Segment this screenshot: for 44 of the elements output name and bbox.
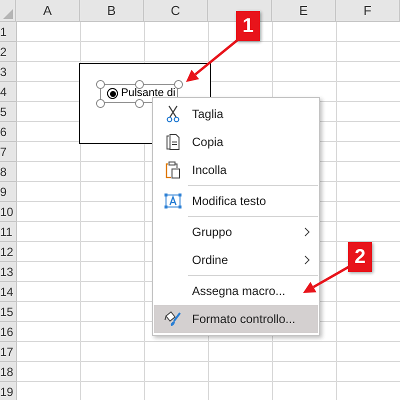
column-header[interactable]: C — [144, 0, 208, 21]
chevron-right-icon — [304, 227, 310, 237]
row-header[interactable]: 18 — [0, 362, 17, 382]
menu-item[interactable]: Formato controllo... — [154, 305, 318, 333]
column-header[interactable]: E — [272, 0, 336, 21]
row-header[interactable]: 2 — [0, 42, 17, 62]
row-header[interactable]: 10 — [0, 202, 17, 222]
row-header[interactable]: 7 — [0, 142, 17, 162]
column-header[interactable]: A — [16, 0, 80, 21]
scissors-icon — [166, 105, 180, 123]
row-header[interactable]: 3 — [0, 62, 17, 82]
option-label: Pulsante di — [121, 86, 176, 102]
row-header[interactable]: 6 — [0, 122, 17, 142]
row-header[interactable]: 8 — [0, 162, 17, 182]
menu-item[interactable]: Copia — [154, 128, 318, 156]
menu-item[interactable]: Taglia — [154, 100, 318, 128]
menu-item[interactable]: Ordine — [154, 246, 318, 274]
row-header[interactable]: 14 — [0, 282, 17, 302]
callout-tooltip: 2 — [348, 242, 372, 272]
radio-button[interactable] — [107, 88, 118, 99]
arrow — [186, 37, 241, 82]
menu-item[interactable]: Gruppo — [154, 218, 318, 246]
row-header[interactable]: 19 — [0, 382, 17, 400]
row-header[interactable]: 1 — [0, 22, 17, 42]
text-box-icon — [164, 193, 182, 209]
callout-tooltip: 1 — [236, 11, 260, 41]
column-header[interactable]: B — [80, 0, 144, 21]
paint-brush-icon — [164, 310, 182, 328]
row-header[interactable]: 9 — [0, 182, 17, 202]
row-header[interactable]: 12 — [0, 242, 17, 262]
row-header[interactable]: 4 — [0, 82, 17, 102]
row-header[interactable]: 11 — [0, 222, 17, 242]
column-header[interactable]: F — [336, 0, 400, 21]
copy-icon — [165, 133, 181, 151]
menu-item[interactable]: Modifica testo — [154, 187, 318, 215]
menu-item[interactable]: Incolla — [154, 156, 318, 184]
row-header[interactable]: 16 — [0, 322, 17, 342]
row-header[interactable]: 17 — [0, 342, 17, 362]
chevron-right-icon — [304, 255, 310, 265]
menu-item[interactable]: Assegna macro... — [154, 277, 318, 305]
row-header[interactable]: 15 — [0, 302, 17, 322]
clipboard-icon — [165, 161, 181, 179]
row-header[interactable]: 5 — [0, 102, 17, 122]
row-header[interactable]: 13 — [0, 262, 17, 282]
